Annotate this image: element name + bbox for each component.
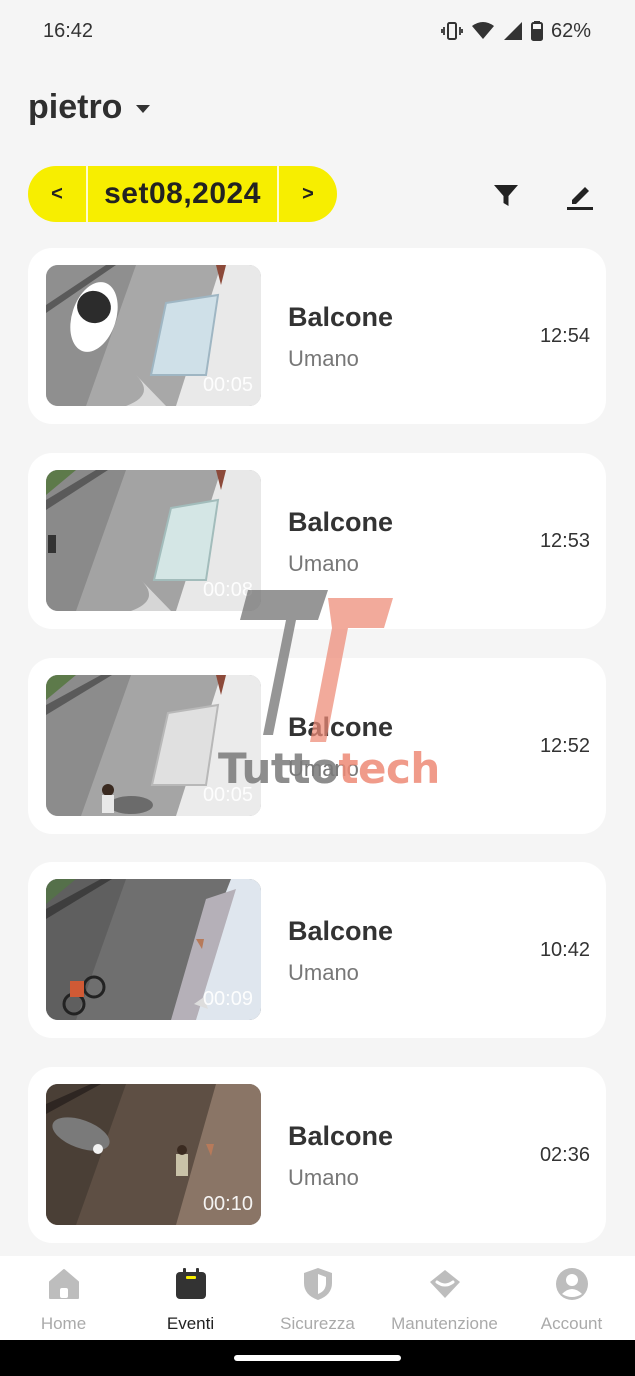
filter-icon[interactable] (489, 178, 523, 212)
event-type: Umano (288, 346, 359, 371)
previous-date-button[interactable]: < (28, 166, 86, 222)
event-thumbnail[interactable]: 00:05 (46, 675, 261, 816)
event-thumbnail[interactable]: 00:09 (46, 879, 261, 1020)
nav-maintenance[interactable]: Manutenzione (381, 1256, 508, 1340)
caret-down-icon (136, 104, 151, 113)
status-icons: 62% (441, 20, 591, 43)
event-thumbnail[interactable]: 00:05 (46, 265, 261, 406)
event-duration: 00:10 (202, 1193, 253, 1215)
calendar-icon (175, 1268, 206, 1299)
event-title: Balcone (288, 302, 394, 332)
home-icon (48, 1269, 79, 1299)
event-card[interactable]: 00:05 Balcone Umano 12:52 (28, 658, 606, 834)
event-thumbnail[interactable]: 00:08 (46, 470, 261, 611)
nav-account-label: Account (540, 1314, 603, 1333)
nav-events-label: Eventi (166, 1314, 215, 1333)
date-selector: < set08,2024 > (28, 166, 337, 222)
event-card[interactable]: 00:05 Balcone Umano 12:54 (28, 248, 606, 424)
event-duration: 00:08 (202, 579, 253, 601)
event-time: 10:42 (539, 939, 590, 961)
shield-icon (303, 1268, 332, 1300)
event-title: Balcone (288, 916, 394, 946)
event-card[interactable]: 00:10 Balcone Umano 02:36 (28, 1067, 606, 1243)
nav-maintenance-label: Manutenzione (391, 1314, 498, 1333)
bottom-navigation: Home Eventi Sicurezza Manutenzione Accou… (0, 1256, 635, 1340)
event-card[interactable]: 00:09 Balcone Umano 10:42 (28, 862, 606, 1038)
next-date-button[interactable]: > (279, 166, 337, 222)
event-thumbnail[interactable]: 00:10 (46, 1084, 261, 1225)
edit-icon[interactable] (563, 178, 597, 212)
event-type: Umano (288, 960, 359, 985)
battery-percentage: 62% (550, 19, 591, 42)
account-name: pietro (28, 88, 123, 126)
account-selector[interactable]: pietro (28, 88, 151, 127)
signal-icon (503, 22, 522, 40)
event-time: 12:52 (539, 735, 590, 757)
nav-security-label: Sicurezza (280, 1314, 355, 1333)
event-duration: 00:09 (202, 988, 253, 1010)
maintenance-icon (429, 1270, 460, 1298)
event-title: Balcone (288, 712, 394, 742)
nav-home-label: Home (40, 1314, 87, 1333)
nav-home[interactable]: Home (0, 1256, 127, 1340)
nav-events[interactable]: Eventi (127, 1256, 254, 1340)
event-type: Umano (288, 1165, 359, 1190)
account-icon (555, 1268, 588, 1300)
event-time: 02:36 (539, 1144, 590, 1166)
vibrate-icon (441, 22, 463, 40)
battery-icon (530, 21, 543, 41)
nav-security[interactable]: Sicurezza (254, 1256, 381, 1340)
event-type: Umano (288, 551, 359, 576)
gesture-area (0, 1340, 635, 1376)
status-bar: 16:42 62% (0, 0, 635, 62)
event-duration: 00:05 (202, 784, 253, 806)
event-title: Balcone (288, 507, 394, 537)
selected-date[interactable]: set08,2024 (88, 166, 277, 222)
event-duration: 00:05 (202, 374, 253, 396)
event-title: Balcone (288, 1121, 394, 1151)
status-time: 16:42 (43, 19, 94, 42)
home-gesture-bar[interactable] (234, 1355, 401, 1361)
nav-account[interactable]: Account (508, 1256, 635, 1340)
event-type: Umano (288, 756, 359, 781)
event-time: 12:53 (539, 530, 590, 552)
wifi-icon (471, 22, 494, 39)
event-time: 12:54 (539, 325, 590, 347)
event-card[interactable]: 00:08 Balcone Umano 12:53 (28, 453, 606, 629)
